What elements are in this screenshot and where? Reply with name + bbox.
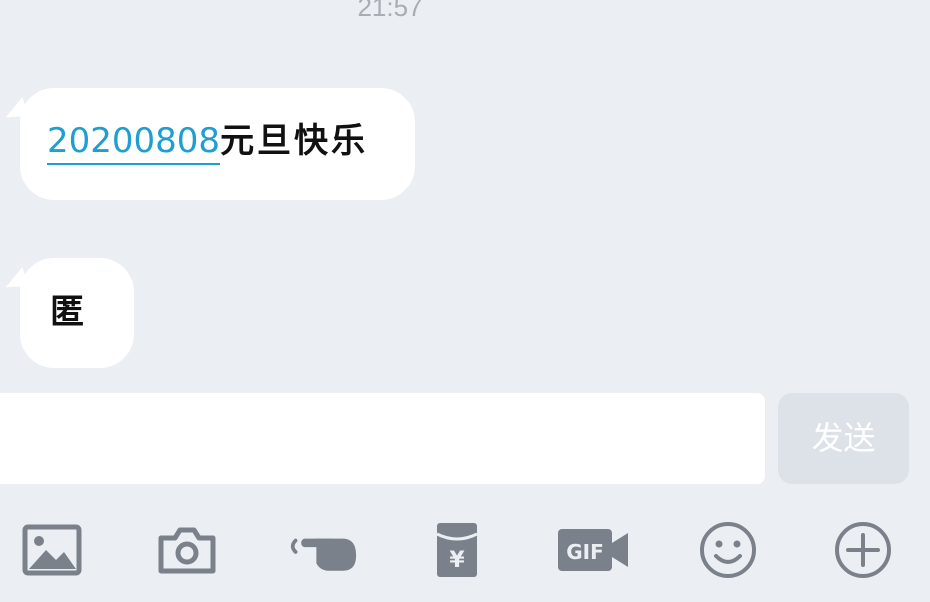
svg-text:GIF: GIF: [566, 540, 604, 564]
message-link[interactable]: 20200808: [47, 121, 221, 165]
message-content: 20200808元旦快乐: [47, 119, 369, 165]
svg-text:¥: ¥: [449, 548, 465, 573]
camera-icon[interactable]: [152, 515, 222, 585]
message-text: 元旦快乐: [220, 121, 369, 161]
bubble-tail: [1, 97, 29, 123]
message-text: 匿: [50, 292, 84, 332]
message-input[interactable]: [0, 393, 765, 484]
message-timestamp: 21:57: [357, 0, 423, 22]
chat-toolbar: ¥ GIF: [0, 515, 930, 585]
message-bubble[interactable]: 匿: [1, 258, 134, 368]
message-bubble[interactable]: 20200808元旦快乐: [1, 88, 415, 200]
poke-icon[interactable]: [288, 515, 358, 585]
emoji-icon[interactable]: [693, 515, 763, 585]
message-input-box[interactable]: [0, 393, 765, 484]
gif-icon[interactable]: GIF: [555, 515, 631, 585]
bubble-tail: [1, 267, 29, 293]
plus-icon[interactable]: [828, 515, 898, 585]
red-packet-icon[interactable]: ¥: [422, 515, 492, 585]
image-icon[interactable]: [17, 515, 87, 585]
send-button[interactable]: 发送: [778, 393, 909, 484]
